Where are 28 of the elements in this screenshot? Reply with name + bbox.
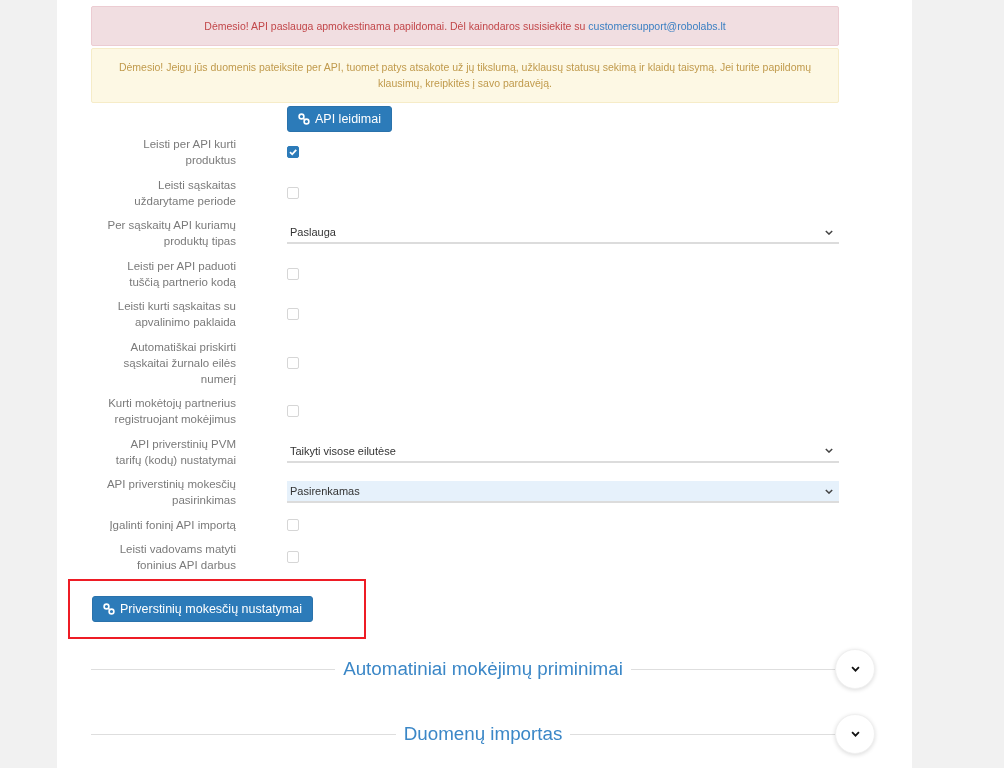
field-label: Leisti sąskaitas uždarytame periode bbox=[133, 177, 236, 209]
expand-button[interactable] bbox=[835, 649, 875, 689]
chevron-down-icon bbox=[850, 666, 860, 672]
field-label: API priverstinių PVM tarifų (kodų) nustatymai bbox=[114, 436, 236, 468]
field-label: Kurti mokėtojų partnerius registruojant mokėjimus bbox=[107, 396, 236, 427]
field-label: Automatiškai priskirti sąskaitai žurnalo eilės numerį bbox=[122, 339, 236, 387]
alert-text: Dėmesio! API paslauga apmokestinama papildomai. Dėl kainodaros susisiekite su customersupport@robolabs.lt bbox=[203, 19, 727, 34]
api-permissions-button[interactable]: API leidimai bbox=[287, 106, 392, 132]
field-label: Leisti per API kurti produktus bbox=[142, 137, 236, 168]
field-label: Leisti kurti sąskaitas su apvalinimo paklaida bbox=[116, 299, 236, 330]
chevron-down-icon bbox=[825, 448, 833, 453]
tax-settings-button[interactable]: Priverstinių mokesčių nustatymai bbox=[92, 596, 313, 622]
dropdown[interactable]: Pasirenkamas bbox=[287, 481, 839, 503]
section-title: Automatiniai mokėjimų priminimai bbox=[342, 658, 624, 680]
expand-button[interactable] bbox=[835, 714, 875, 754]
field-label: API priverstinių mokesčių pasirinkimas bbox=[105, 477, 236, 508]
field-label: Leisti vadovams matyti foninius API darbus bbox=[118, 542, 236, 573]
alert-text: Dėmesio! Jeigu jūs duomenis pateiksite per API, tuomet patys atsakote už jų tikslumą, užklausų statusų sekimą ir klaidų taisymą. Jei turite papildomų klausimų, kreipkitės į savo pardavėją. bbox=[117, 60, 813, 91]
chevron-down-icon bbox=[825, 229, 833, 235]
link-icon bbox=[298, 113, 310, 125]
field-label: Leisti per API paduoti tuščią partnerio kodą bbox=[126, 258, 236, 290]
chevron-down-icon bbox=[850, 731, 860, 737]
section-title: Duomenų importas bbox=[402, 723, 564, 745]
link-icon bbox=[103, 603, 115, 615]
chevron-down-icon bbox=[825, 488, 833, 494]
field-label: Įgalinti foninį API importą bbox=[109, 517, 236, 533]
field-label: Per sąskaitų API kuriamų produktų tipas bbox=[106, 218, 236, 249]
checkbox[interactable] bbox=[287, 146, 299, 158]
